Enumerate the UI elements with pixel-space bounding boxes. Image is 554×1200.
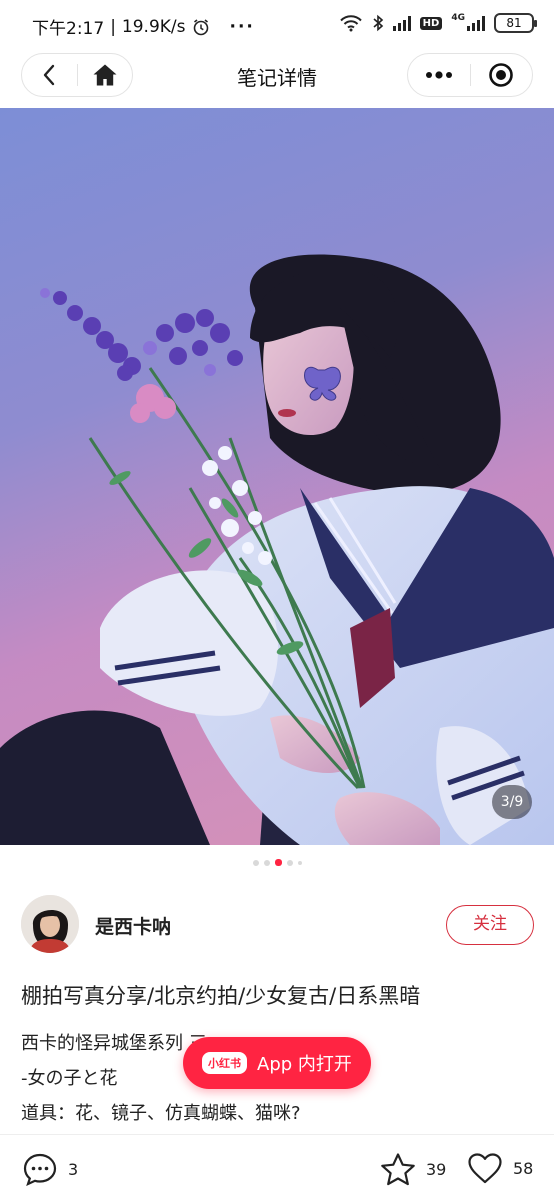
- page-indicator: 3/9: [492, 785, 532, 819]
- like-count: 58: [513, 1158, 534, 1178]
- comment-button[interactable]: 3: [22, 1152, 78, 1186]
- more-notifications-icon: ···: [229, 16, 255, 37]
- nav-capsule-right: [407, 53, 533, 97]
- heart-icon: [468, 1153, 502, 1184]
- bottom-action-bar: 3 39 58: [0, 1134, 554, 1200]
- close-miniprogram-button[interactable]: [470, 53, 532, 97]
- comment-count: 3: [68, 1159, 79, 1179]
- open-in-app-label: App 内打开: [257, 1054, 352, 1075]
- bluetooth-icon: [373, 14, 383, 32]
- carousel-dot-active[interactable]: [274, 859, 282, 866]
- carousel-dot[interactable]: [286, 859, 293, 866]
- status-bar: 下午2:17 | 19.9K/s ··· HD 4G 81: [0, 0, 554, 50]
- avatar[interactable]: [21, 895, 79, 953]
- note-body-line: 道具：花、镜子、仿真蝴蝶、猫咪?: [21, 1103, 301, 1124]
- battery-indicator: 81: [494, 13, 537, 33]
- follow-button[interactable]: 关注: [446, 905, 534, 945]
- open-in-app-button[interactable]: 小红书 App 内打开: [183, 1037, 371, 1089]
- hd-badge: HD: [419, 16, 443, 30]
- status-left: 下午2:17 | 19.9K/s ···: [32, 14, 255, 40]
- network-type: 4G: [451, 13, 465, 23]
- brand-logo: 小红书: [202, 1052, 248, 1074]
- carousel-dots: [0, 859, 554, 866]
- more-dots-icon: [425, 71, 452, 79]
- note-photo[interactable]: 3/9: [0, 108, 554, 845]
- signal-icon: [392, 15, 411, 31]
- status-speed: 19.9K/s: [121, 16, 186, 37]
- author-name[interactable]: 是西卡呐: [95, 912, 171, 939]
- status-time: 下午2:17: [32, 19, 105, 39]
- target-icon: [489, 63, 514, 87]
- star-button[interactable]: 39: [380, 1152, 446, 1186]
- star-count: 39: [426, 1159, 447, 1179]
- carousel-dot[interactable]: [263, 859, 270, 866]
- like-button[interactable]: 58: [467, 1152, 533, 1184]
- star-icon: [381, 1153, 415, 1186]
- status-right: HD 4G 81: [339, 13, 537, 33]
- signal-4g-icon: [467, 15, 485, 31]
- more-button[interactable]: [408, 53, 470, 97]
- avatar-image: [21, 895, 79, 953]
- photo-illustration: [0, 254, 554, 845]
- carousel-dot[interactable]: [297, 860, 302, 865]
- comment-icon: [23, 1153, 57, 1186]
- note-title: 棚拍写真分享/北京约拍/少女复古/日系黑暗: [21, 984, 421, 1008]
- nav-bar: 笔记详情: [0, 50, 554, 108]
- carousel-dot[interactable]: [252, 859, 259, 866]
- wifi-icon: [339, 15, 362, 32]
- alarm-icon: [193, 18, 208, 35]
